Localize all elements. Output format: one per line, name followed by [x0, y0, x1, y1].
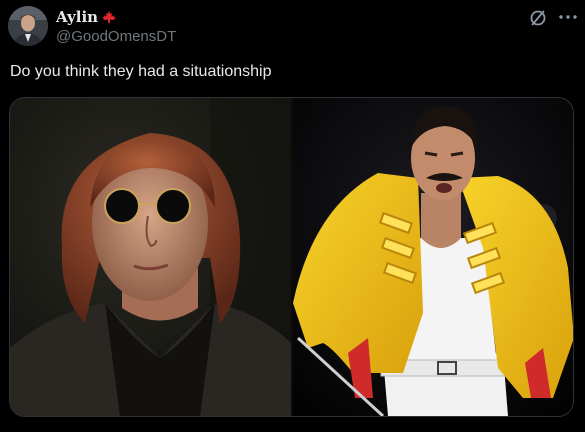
- media-grid[interactable]: [9, 97, 574, 417]
- display-name[interactable]: Aylin: [56, 8, 98, 26]
- grok-icon[interactable]: [528, 8, 548, 28]
- name-row[interactable]: Aylin: [56, 8, 118, 26]
- photo-right[interactable]: [293, 98, 573, 416]
- handle[interactable]: @GoodOmensDT: [56, 28, 176, 45]
- tweet[interactable]: Aylin @GoodOmensDT Do you think they had…: [0, 0, 585, 432]
- avatar[interactable]: [8, 6, 48, 46]
- more-horizontal-icon[interactable]: [556, 6, 580, 28]
- maple-leaf-icon: [100, 10, 118, 25]
- tweet-text: Do you think they had a situationship: [10, 63, 272, 80]
- photo-left[interactable]: [10, 98, 291, 416]
